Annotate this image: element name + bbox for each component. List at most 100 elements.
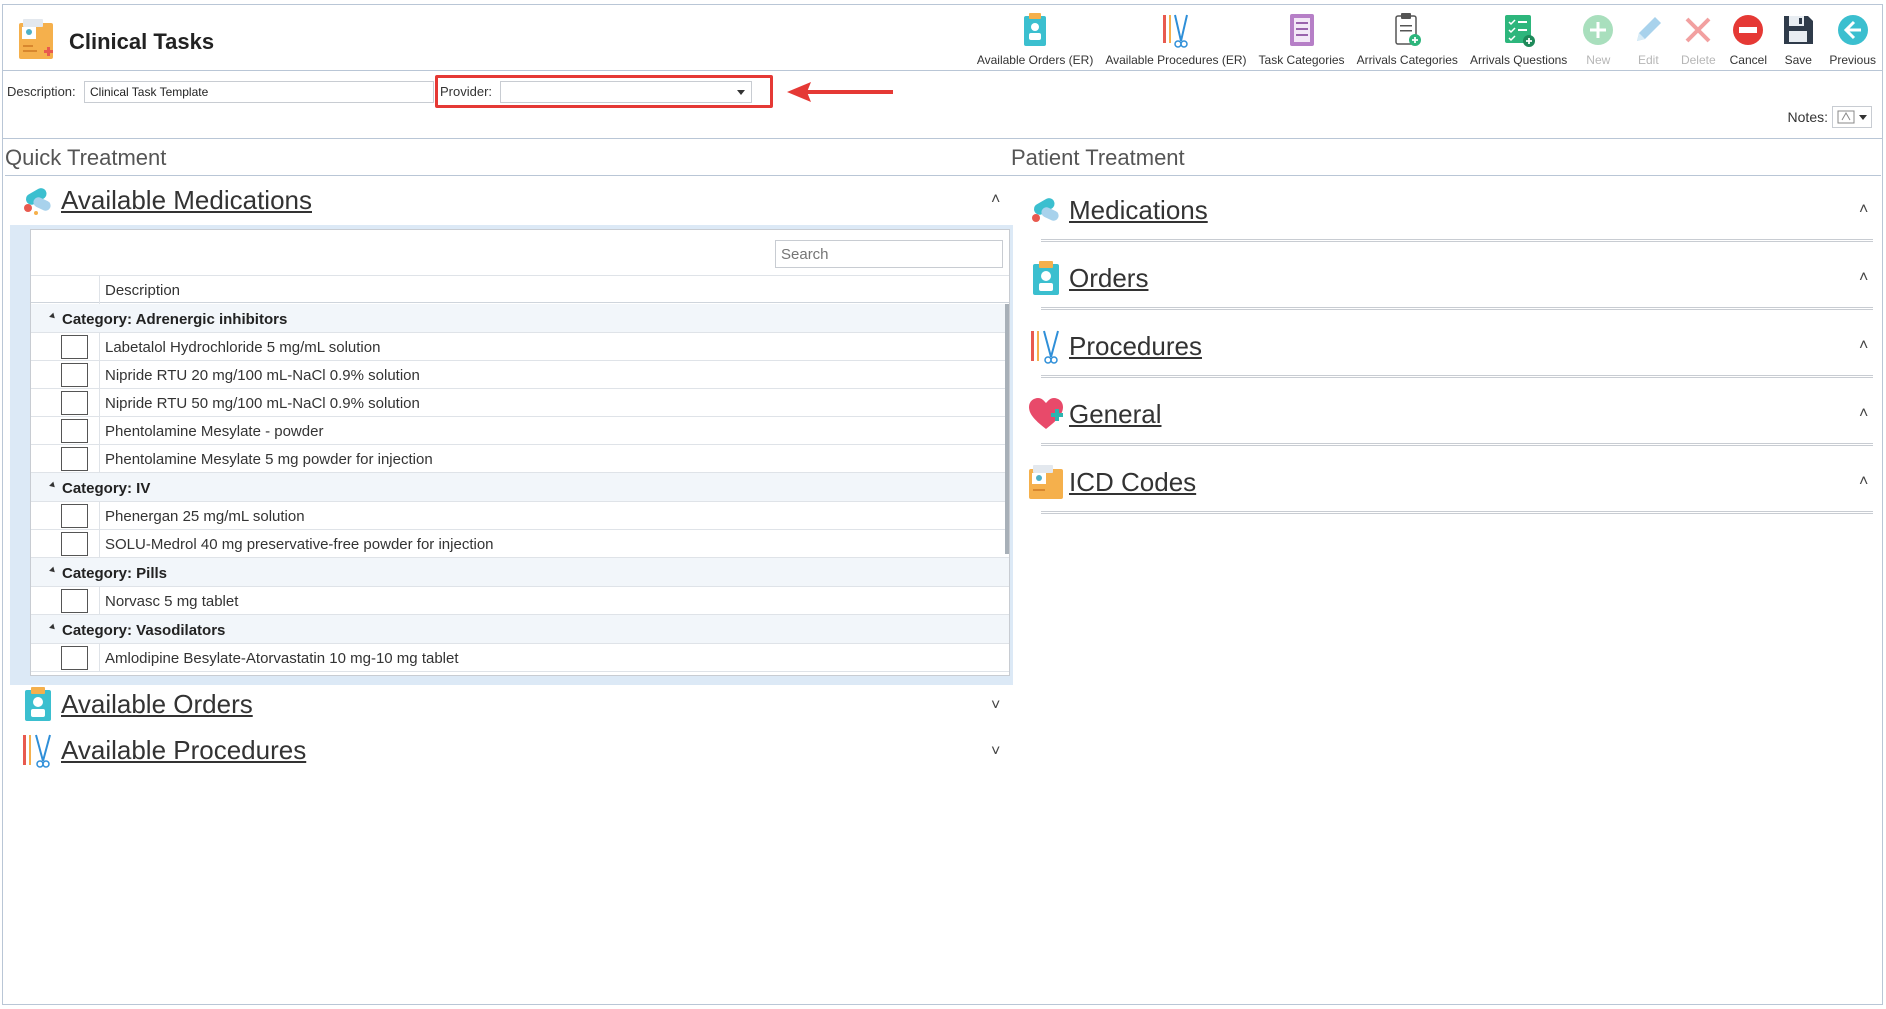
collapse-chevron-icon[interactable]: ˄ <box>1859 473 1868 491</box>
row-checkbox[interactable] <box>61 335 88 359</box>
description-field[interactable] <box>84 81 434 103</box>
patient-treatment-title: Patient Treatment <box>1011 145 1185 170</box>
arrivals-categories-button[interactable]: Arrivals Categories <box>1351 7 1464 69</box>
section-header-icd-codes[interactable]: ICD Codes <box>1027 463 1196 501</box>
table-row[interactable]: Phentolamine Mesylate 5 mg powder for in… <box>31 445 1009 473</box>
task-categories-button[interactable]: Task Categories <box>1253 7 1351 69</box>
row-checkbox[interactable] <box>61 504 88 528</box>
available-procedures-header[interactable]: Available Procedures <box>19 731 306 769</box>
section-label: ICD Codes <box>1069 466 1197 497</box>
category-label: Category: Adrenergic inhibitors <box>62 311 288 328</box>
available-orders-er-button[interactable]: Available Orders (ER) <box>971 7 1099 69</box>
section-label: General <box>1069 398 1162 429</box>
table-row[interactable]: Phentolamine Mesylate - powder <box>31 417 1009 445</box>
no-entry-icon <box>1733 15 1764 45</box>
notes-dropdown[interactable] <box>1832 106 1872 128</box>
surgical-tools-icon <box>1031 330 1059 364</box>
clipboard-doctor-icon <box>25 687 51 721</box>
surgical-tools-icon <box>23 734 51 768</box>
collapse-chevron-icon[interactable]: ˄ <box>991 191 1000 209</box>
expand-chevron-icon[interactable]: ˅ <box>991 743 1000 761</box>
row-checkbox[interactable] <box>61 447 88 471</box>
save-button[interactable]: Save <box>1773 7 1823 69</box>
table-row[interactable]: Nipride RTU 20 mg/100 mL-NaCl 0.9% solut… <box>31 361 1009 389</box>
section-header-general[interactable]: General <box>1027 395 1162 433</box>
x-icon <box>1685 17 1711 43</box>
delete-button[interactable]: Delete <box>1673 7 1723 69</box>
grid-body: Category: Adrenergic inhibitors Labetalol… <box>31 304 1009 676</box>
available-orders-header[interactable]: Available Orders <box>19 685 253 723</box>
table-row[interactable]: Norvasc 5 mg tablet <box>31 587 1009 615</box>
edit-button[interactable]: Edit <box>1623 7 1673 69</box>
section-header-procedures[interactable]: Procedures <box>1027 327 1202 365</box>
collapse-chevron-icon[interactable]: ˄ <box>1859 201 1868 219</box>
new-button[interactable]: New <box>1573 7 1623 69</box>
note-icon <box>1837 110 1855 124</box>
clipboard-doctor-icon <box>1024 13 1047 46</box>
pills-icon <box>1032 198 1059 222</box>
app-title: Clinical Tasks <box>69 29 215 54</box>
table-row[interactable]: SOLU-Medrol 40 mg preservative-free powd… <box>31 530 1009 558</box>
category-row[interactable]: Category: IV <box>31 473 1009 502</box>
collapse-chevron-icon[interactable]: ˄ <box>1859 269 1868 287</box>
medication-description: Nipride RTU 50 mg/100 mL-NaCl 0.9% solut… <box>105 395 420 412</box>
category-label: Category: IV <box>62 480 151 497</box>
medication-description: Phentolamine Mesylate - powder <box>105 423 324 440</box>
medical-folder-icon <box>19 19 53 59</box>
category-row[interactable]: Category: Adrenergic inhibitors <box>31 304 1009 333</box>
section-label: Medications <box>1069 194 1208 225</box>
section-separator <box>1041 375 1873 378</box>
row-checkbox[interactable] <box>61 419 88 443</box>
collapse-triangle-icon[interactable] <box>49 481 57 490</box>
category-row[interactable]: Category: Pills <box>31 558 1009 587</box>
table-row[interactable]: Nipride RTU 50 mg/100 mL-NaCl 0.9% solut… <box>31 389 1009 417</box>
plus-circle-icon <box>1583 15 1614 45</box>
search-input[interactable] <box>775 240 1003 268</box>
table-row[interactable]: Amlodipine Besylate-Atorvastatin 10 mg-1… <box>31 644 1009 672</box>
section-header-medications[interactable]: Medications <box>1027 191 1208 229</box>
previous-button[interactable]: Previous <box>1823 7 1882 69</box>
section-header-orders[interactable]: Orders <box>1027 259 1148 297</box>
toolbar: Available Orders (ER) Available Procedur… <box>971 7 1882 69</box>
heart-plus-icon <box>1029 398 1063 429</box>
scrollbar[interactable] <box>1004 304 1009 676</box>
arrow-left-circle-icon <box>1837 15 1868 45</box>
category-label: Category: Pills <box>62 565 168 582</box>
section-separator <box>1041 239 1873 242</box>
table-row[interactable]: Phenergan 25 mg/mL solution <box>31 502 1009 530</box>
available-procedures-label: Available Procedures <box>61 734 307 765</box>
arrivals-questions-button[interactable]: Arrivals Questions <box>1464 7 1573 69</box>
medication-description: Phentolamine Mesylate 5 mg powder for in… <box>105 451 433 468</box>
medication-description: Norvasc 5 mg tablet <box>105 593 239 610</box>
available-procedures-er-button[interactable]: Available Procedures (ER) <box>1099 7 1252 69</box>
row-checkbox[interactable] <box>61 532 88 556</box>
section-separator <box>1041 307 1873 310</box>
cancel-button[interactable]: Cancel <box>1723 7 1773 69</box>
pencil-icon <box>1637 17 1662 41</box>
collapse-triangle-icon[interactable] <box>49 623 57 632</box>
medication-description: Labetalol Hydrochloride 5 mg/mL solution <box>105 339 381 356</box>
collapse-chevron-icon[interactable]: ˄ <box>1859 337 1868 355</box>
row-checkbox[interactable] <box>61 391 88 415</box>
clipboard-doctor-icon <box>1033 261 1059 295</box>
row-checkbox[interactable] <box>61 589 88 613</box>
available-medications-header[interactable]: Available Medications <box>19 181 312 219</box>
collapse-chevron-icon[interactable]: ˄ <box>1859 405 1868 423</box>
table-row[interactable]: Labetalol Hydrochloride 5 mg/mL solution <box>31 333 1009 361</box>
scrollbar-thumb[interactable] <box>1005 304 1009 554</box>
provider-dropdown[interactable] <box>500 81 752 103</box>
chevron-down-icon <box>737 90 745 95</box>
medication-description: Phenergan 25 mg/mL solution <box>105 508 305 525</box>
collapse-triangle-icon[interactable] <box>49 566 57 575</box>
expand-chevron-icon[interactable]: ˅ <box>991 697 1000 715</box>
surgical-tools-icon <box>1162 14 1188 48</box>
category-row[interactable]: Category: Vasodilators <box>31 615 1009 644</box>
floppy-disk-icon <box>1784 16 1814 44</box>
available-orders-label: Available Orders <box>61 688 253 719</box>
section-separator <box>1041 443 1873 446</box>
row-checkbox[interactable] <box>61 646 88 670</box>
medication-description: Nipride RTU 20 mg/100 mL-NaCl 0.9% solut… <box>105 367 420 384</box>
row-checkbox[interactable] <box>61 363 88 387</box>
form-row: Description: Provider: <box>3 72 1882 108</box>
collapse-triangle-icon[interactable] <box>49 312 57 321</box>
